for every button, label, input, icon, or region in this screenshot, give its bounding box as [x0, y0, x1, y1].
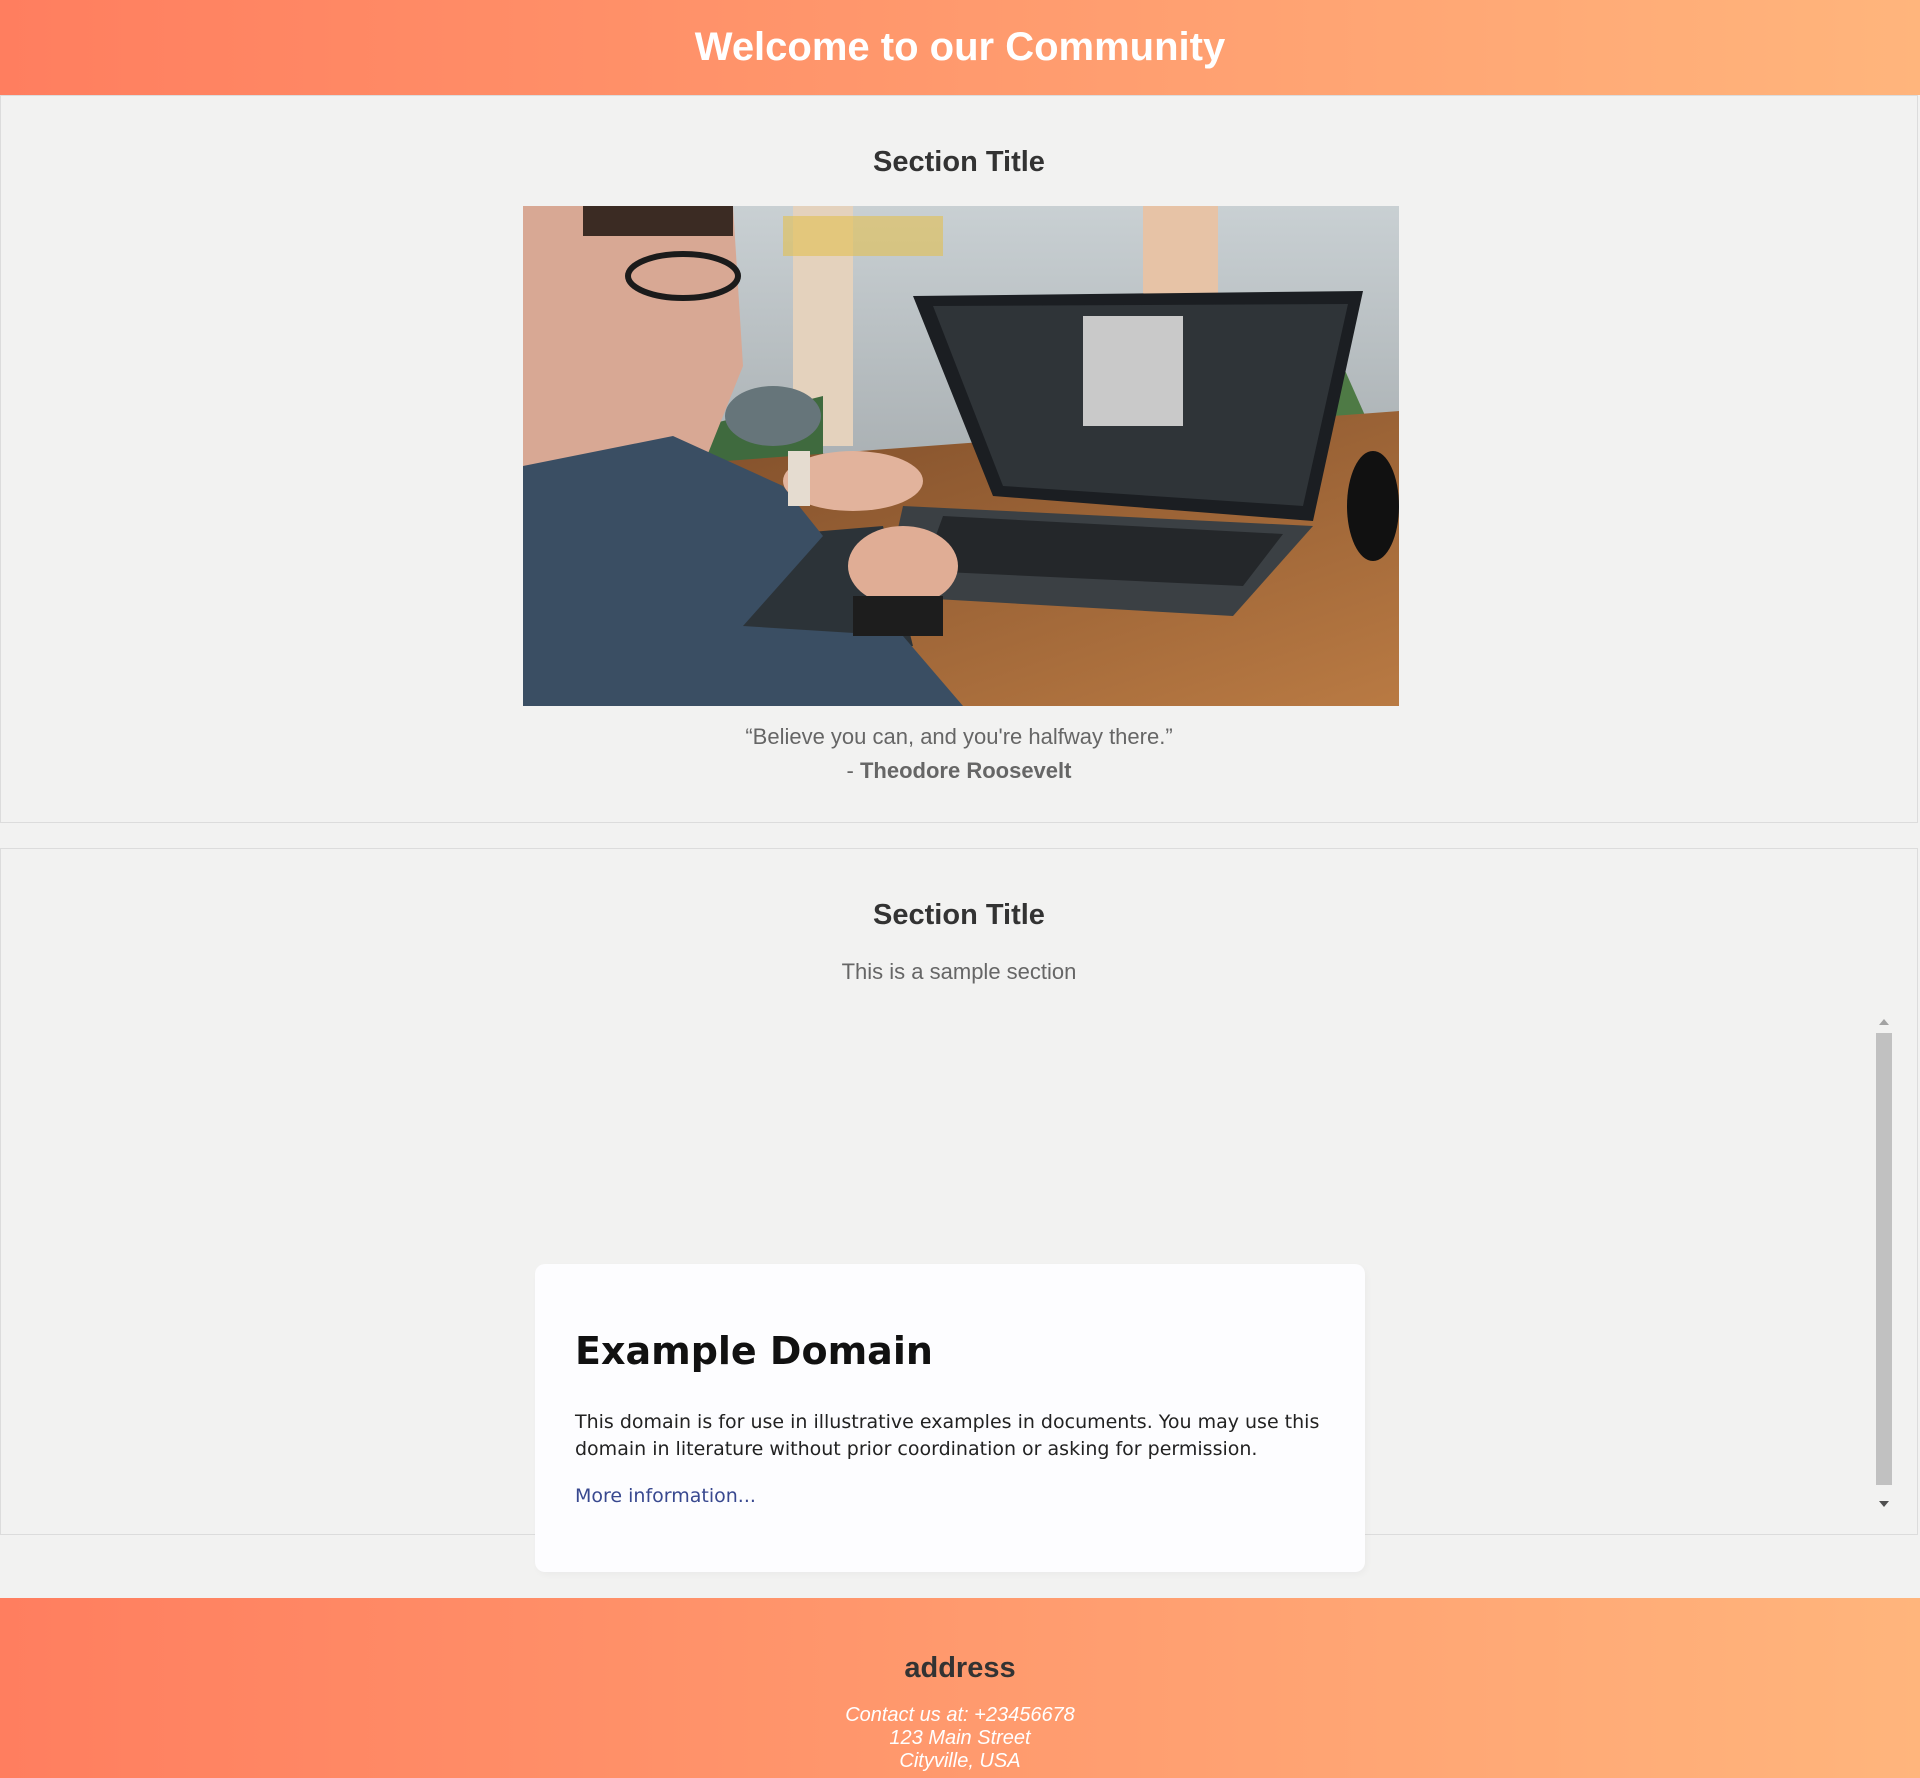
scroll-up-arrow-icon[interactable] — [1879, 1019, 1889, 1025]
vertical-scrollbar[interactable] — [1873, 1019, 1895, 1507]
quote-text: “Believe you can, and you're halfway the… — [745, 724, 1173, 749]
more-information-link[interactable]: More information... — [575, 1485, 756, 1507]
embed-heading: Example Domain — [575, 1329, 933, 1373]
quote-author: Theodore Roosevelt — [859, 758, 1072, 783]
site-footer: address Contact us at: +23456678 123 Mai… — [0, 1598, 1920, 1778]
quote-author-line: - Theodore Roosevelt — [1, 754, 1917, 788]
footer-title: address — [904, 1652, 1016, 1684]
section-text: This is a sample section — [841, 959, 1077, 984]
embedded-frame[interactable]: Example Domain This domain is for use in… — [1, 1009, 1919, 1572]
scroll-thumb[interactable] — [1876, 1033, 1892, 1485]
embed-paragraph: This domain is for use in illustrative e… — [575, 1411, 1320, 1460]
example-domain-card: Example Domain This domain is for use in… — [535, 1264, 1365, 1572]
site-header: Welcome to our Community — [0, 0, 1920, 95]
contact-address: Contact us at: +23456678 123 Main Street… — [0, 1704, 1920, 1773]
quote: “Believe you can, and you're halfway the… — [1, 720, 1917, 788]
scroll-down-arrow-icon[interactable] — [1879, 1501, 1889, 1507]
sample-section: Section Title This is a sample section E… — [0, 848, 1919, 1572]
image-quote-section: Section Title “Believe you can, and you'… — [0, 95, 1918, 823]
page-title: Welcome to our Community — [694, 25, 1226, 69]
section-title: Section Title — [873, 899, 1045, 931]
contact-street: 123 Main Street — [889, 1727, 1031, 1749]
section-title: Section Title — [873, 146, 1045, 178]
contact-city: Cityville, USA — [899, 1750, 1021, 1772]
quote-author-prefix: - — [846, 758, 860, 783]
contact-phone: Contact us at: +23456678 — [845, 1704, 1075, 1726]
laptop-photo — [523, 206, 1399, 706]
